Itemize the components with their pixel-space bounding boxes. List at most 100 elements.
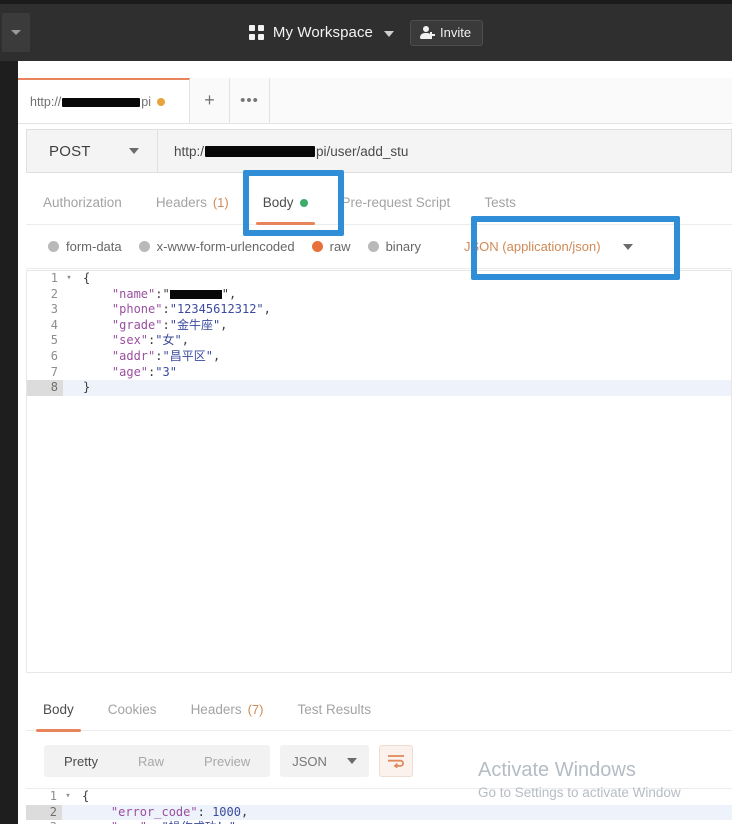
body-format-value: JSON (application/json): [464, 239, 601, 254]
response-tab-body[interactable]: Body: [26, 688, 91, 732]
invite-button[interactable]: Invite: [410, 19, 484, 46]
redacted-value: [169, 289, 222, 299]
radio-binary[interactable]: binary: [367, 239, 421, 254]
person-add-icon: [420, 25, 435, 40]
line-number: 2: [50, 286, 58, 301]
response-tab-cookies[interactable]: Cookies: [91, 688, 174, 732]
token-pun: ,: [181, 333, 189, 348]
request-tab-prefix: http://: [30, 94, 62, 109]
view-preview[interactable]: Preview: [184, 745, 270, 777]
wrap-text-icon: [387, 755, 404, 768]
token-pun: :: [155, 286, 163, 301]
token-pun: :: [147, 820, 161, 824]
tab-body[interactable]: Body: [246, 181, 325, 225]
radio-form-data[interactable]: form-data: [48, 239, 122, 254]
tab-label: Body: [262, 195, 294, 210]
url-input[interactable]: http:/ pi/user/add_stu: [158, 130, 731, 172]
line-number: 5: [50, 333, 58, 348]
code-line[interactable]: 8}: [27, 380, 731, 396]
code-line[interactable]: 3 "phone":"12345612312",: [27, 302, 731, 318]
radio-icon: [138, 241, 150, 252]
request-tab-label: http:// pi: [30, 95, 151, 109]
request-url-bar: POST http:/ pi/user/add_stu: [26, 129, 732, 173]
code-text: "grade":"金牛座",: [75, 317, 228, 334]
token-ind: [82, 805, 111, 819]
view-label: Preview: [203, 753, 251, 769]
radio-raw[interactable]: raw: [311, 239, 351, 254]
code-line[interactable]: 2 "error_code": 1000,: [26, 804, 732, 821]
token-str: "女": [155, 333, 182, 348]
token-key: "phone": [111, 302, 163, 317]
token-pun: :: [162, 302, 170, 317]
editor-empty-space[interactable]: [27, 396, 731, 672]
token-pun: :: [155, 348, 163, 363]
request-tab-suffix: pi: [141, 94, 152, 109]
body-format-select[interactable]: JSON (application/json): [452, 230, 643, 263]
code-line[interactable]: 1 ▾ {: [26, 789, 732, 805]
request-body-editor[interactable]: 1 ▾{2 "name":" ", 3 "phone":"12345612312", 4…: [26, 270, 732, 673]
code-text: "error_code": 1000,: [74, 805, 248, 821]
redacted-host: [62, 97, 141, 107]
token-key: "sex": [111, 333, 149, 348]
redacted-host: [205, 145, 316, 157]
http-method-select[interactable]: POST: [27, 130, 158, 172]
tab-authorization[interactable]: Authorization: [26, 181, 139, 225]
response-format-select[interactable]: JSON: [280, 745, 369, 777]
tab-options-button[interactable]: •••: [230, 78, 270, 123]
chevron-down-icon: [384, 30, 395, 37]
token-pun: :: [162, 317, 170, 332]
wrap-text-button[interactable]: [378, 745, 413, 777]
postman-window: My Workspace Invite http:// pi + ••• POST…: [0, 0, 732, 824]
tab-headers[interactable]: Headers (1): [139, 181, 246, 225]
request-workspace: http:// pi + ••• POST http:/ pi/user/add_s…: [18, 61, 732, 824]
tab-label: Headers: [155, 195, 207, 210]
request-tab-strip: http:// pi + •••: [18, 78, 732, 124]
response-tab-headers[interactable]: Headers (7): [174, 688, 281, 732]
response-body-code[interactable]: 1▾{2 "error_code": 1000,3 "msg": "操作成功！"…: [26, 789, 732, 824]
view-pretty[interactable]: Pretty: [44, 745, 118, 777]
token-key: "grade": [111, 317, 163, 332]
http-method-label: POST: [49, 142, 91, 160]
view-raw[interactable]: Raw: [118, 745, 184, 777]
request-tab-active[interactable]: http:// pi: [18, 78, 190, 123]
response-headers-count-badge: (7): [247, 702, 264, 717]
code-line[interactable]: 5 "sex":"女",: [27, 333, 731, 349]
view-label: Raw: [137, 753, 164, 769]
token-pun: :: [197, 804, 213, 819]
token-key: "addr": [111, 348, 156, 363]
workspace-selector[interactable]: My Workspace: [248, 24, 395, 41]
radio-icon-selected: [311, 241, 323, 252]
headers-count-badge: (1): [212, 195, 229, 210]
request-body-code[interactable]: 1 ▾{2 "name":" ", 3 "phone":"12345612312", 4…: [27, 271, 731, 396]
code-text: "name":" ",: [75, 287, 236, 303]
code-line[interactable]: 7 "age":"3": [27, 365, 731, 381]
token-key: "age": [111, 364, 149, 379]
code-line[interactable]: 1 ▾ {: [27, 271, 731, 287]
code-text: }: [75, 380, 90, 396]
token-pun: ,: [240, 804, 249, 819]
code-text: "addr":"昌平区",: [75, 349, 220, 365]
token-ind: [83, 318, 112, 332]
header-left-menu[interactable]: [2, 13, 30, 52]
code-line[interactable]: 2 "name":" ",: [27, 287, 731, 303]
new-tab-button[interactable]: +: [190, 78, 230, 123]
response-body-editor[interactable]: 1▾{2 "error_code": 1000,3 "msg": "操作成功！"…: [26, 788, 732, 824]
radio-label: x-www-form-urlencoded: [156, 239, 295, 254]
code-line[interactable]: 6 "addr":"昌平区",: [27, 349, 731, 365]
token-ind: [83, 349, 112, 363]
code-line[interactable]: 4 "grade":"金牛座",: [27, 318, 731, 334]
fold-toggle-icon[interactable]: ▾: [63, 271, 75, 287]
tab-label: Tests: [484, 195, 516, 210]
radio-x-www-form-urlencoded[interactable]: x-www-form-urlencoded: [138, 239, 295, 254]
ellipsis-icon: •••: [240, 92, 259, 109]
response-tab-test-results[interactable]: Test Results: [280, 688, 388, 732]
url-prefix: http:/: [174, 143, 205, 159]
token-pun: ,: [263, 302, 271, 317]
tab-tests[interactable]: Tests: [467, 181, 533, 225]
line-number: 1: [50, 271, 58, 285]
code-line[interactable]: 3 "msg": "操作成功！": [26, 820, 732, 824]
tab-pre-request-script[interactable]: Pre-request Script: [325, 181, 468, 225]
tab-label: Cookies: [107, 702, 157, 717]
fold-toggle-icon[interactable]: ▾: [62, 789, 74, 805]
chevron-down-icon: [11, 30, 21, 35]
